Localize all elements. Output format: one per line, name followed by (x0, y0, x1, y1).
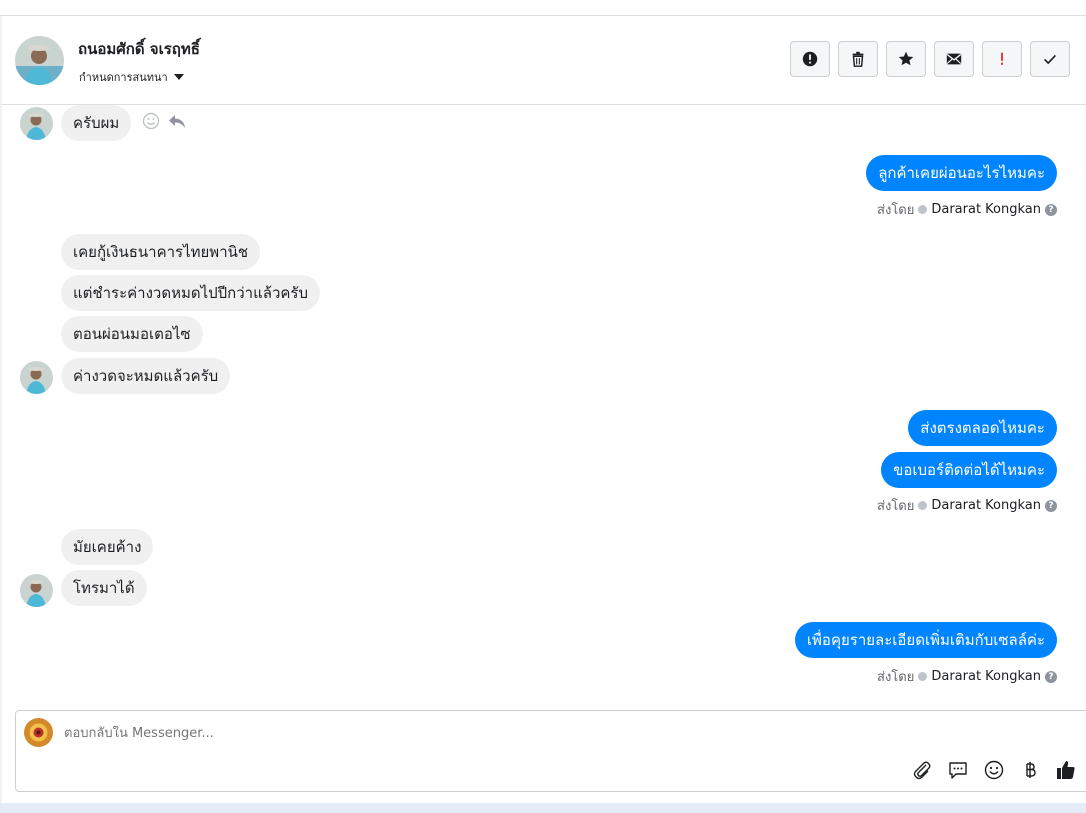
caret-down-icon (173, 74, 184, 80)
payment-button[interactable] (1019, 759, 1041, 781)
smiley-icon (984, 760, 1004, 780)
composer-tools (911, 759, 1077, 781)
verified-icon (918, 672, 928, 681)
attachment-button[interactable] (911, 759, 933, 781)
conversation-options-label: กำหนดการสนทนา (79, 71, 168, 84)
sender-name[interactable]: Dararat Kongkan (931, 202, 1041, 217)
outgoing-message[interactable]: ขอเบอร์ติดต่อได้ไหมคะ (881, 452, 1057, 488)
mark-done-button[interactable] (1030, 41, 1070, 77)
sent-by-line: ส่งโดย Dararat Kongkan ? (877, 666, 1057, 687)
exclamation-circle-icon (802, 51, 818, 67)
delete-button[interactable] (838, 41, 878, 77)
contact-name[interactable]: ถนอมศักดิ์ จเรฤทธิ์ (78, 37, 200, 61)
flag-button[interactable] (982, 41, 1022, 77)
smiley-icon[interactable] (141, 111, 161, 131)
contact-avatar-small (20, 107, 53, 140)
incoming-message[interactable]: มัยเคยค้าง (61, 529, 154, 565)
sender-name[interactable]: Dararat Kongkan (931, 669, 1041, 684)
exclamation-icon (1001, 52, 1003, 65)
incoming-message[interactable]: ตอนผ่อนมอเตอไซ (61, 316, 203, 352)
star-button[interactable] (886, 41, 926, 77)
reply-composer (15, 710, 1086, 792)
incoming-message[interactable]: เคยกู้เงินธนาคารไทยพานิช (61, 234, 261, 270)
sent-by-label: ส่งโดย (877, 670, 915, 685)
contact-avatar-small (20, 574, 53, 607)
check-icon (1044, 54, 1056, 65)
incoming-message[interactable]: แต่ชำระค่างวดหมดไปปีกว่าแล้วครับ (61, 275, 320, 311)
incoming-message[interactable]: ค่างวดจะหมดแล้วครับ (61, 358, 231, 394)
top-strip (0, 0, 1086, 16)
reply-icon[interactable] (167, 111, 187, 131)
sent-by-line: ส่งโดย Dararat Kongkan ? (877, 495, 1057, 516)
report-button[interactable] (790, 41, 830, 77)
envelope-icon (946, 53, 962, 65)
saved-replies-button[interactable] (947, 759, 969, 781)
mark-unread-button[interactable] (934, 41, 974, 77)
contact-avatar-small (20, 361, 53, 394)
reply-input[interactable] (64, 726, 864, 741)
sender-name[interactable]: Dararat Kongkan (931, 498, 1041, 513)
incoming-message[interactable]: ครับผม (61, 105, 132, 141)
outgoing-message[interactable]: เพื่อคุยรายละเอียดเพิ่มเติมกับเซลล์ค่ะ (794, 622, 1057, 658)
contact-avatar[interactable] (15, 36, 64, 85)
baht-icon (1026, 762, 1036, 778)
outgoing-message[interactable]: ลูกค้าเคยผ่อนอะไรไหมคะ (866, 155, 1057, 191)
message-tools (141, 111, 187, 131)
help-icon[interactable]: ? (1045, 499, 1057, 512)
incoming-message[interactable]: โทรมาได้ (61, 570, 147, 606)
header-actions (790, 41, 1070, 77)
sent-by-label: ส่งโดย (877, 499, 915, 514)
bottom-strip (0, 803, 1086, 813)
sent-by-line: ส่งโดย Dararat Kongkan ? (877, 199, 1057, 220)
conversation-options-dropdown[interactable]: กำหนดการสนทนา (79, 68, 184, 86)
help-icon[interactable]: ? (1045, 670, 1057, 683)
sent-by-label: ส่งโดย (877, 203, 915, 218)
help-icon[interactable]: ? (1045, 203, 1057, 216)
trash-icon (852, 51, 864, 67)
thumbs-up-icon (1057, 761, 1075, 779)
emoji-button[interactable] (983, 759, 1005, 781)
like-button[interactable] (1055, 759, 1077, 781)
message-thread[interactable]: ครับผม ลูกค้าเคยผ่อนอะไรไหมคะ ส่งโดย Dar… (2, 105, 1086, 705)
speech-bubble-icon (949, 762, 967, 779)
paperclip-icon (913, 761, 931, 780)
page-avatar (24, 718, 53, 747)
outgoing-message[interactable]: ส่งตรงตลอดไหมคะ (908, 410, 1057, 446)
star-icon (898, 51, 914, 66)
conversation-header: ถนอมศักดิ์ จเรฤทธิ์ กำหนดการสนทนา (2, 16, 1086, 105)
verified-icon (918, 501, 928, 510)
verified-icon (918, 205, 928, 214)
